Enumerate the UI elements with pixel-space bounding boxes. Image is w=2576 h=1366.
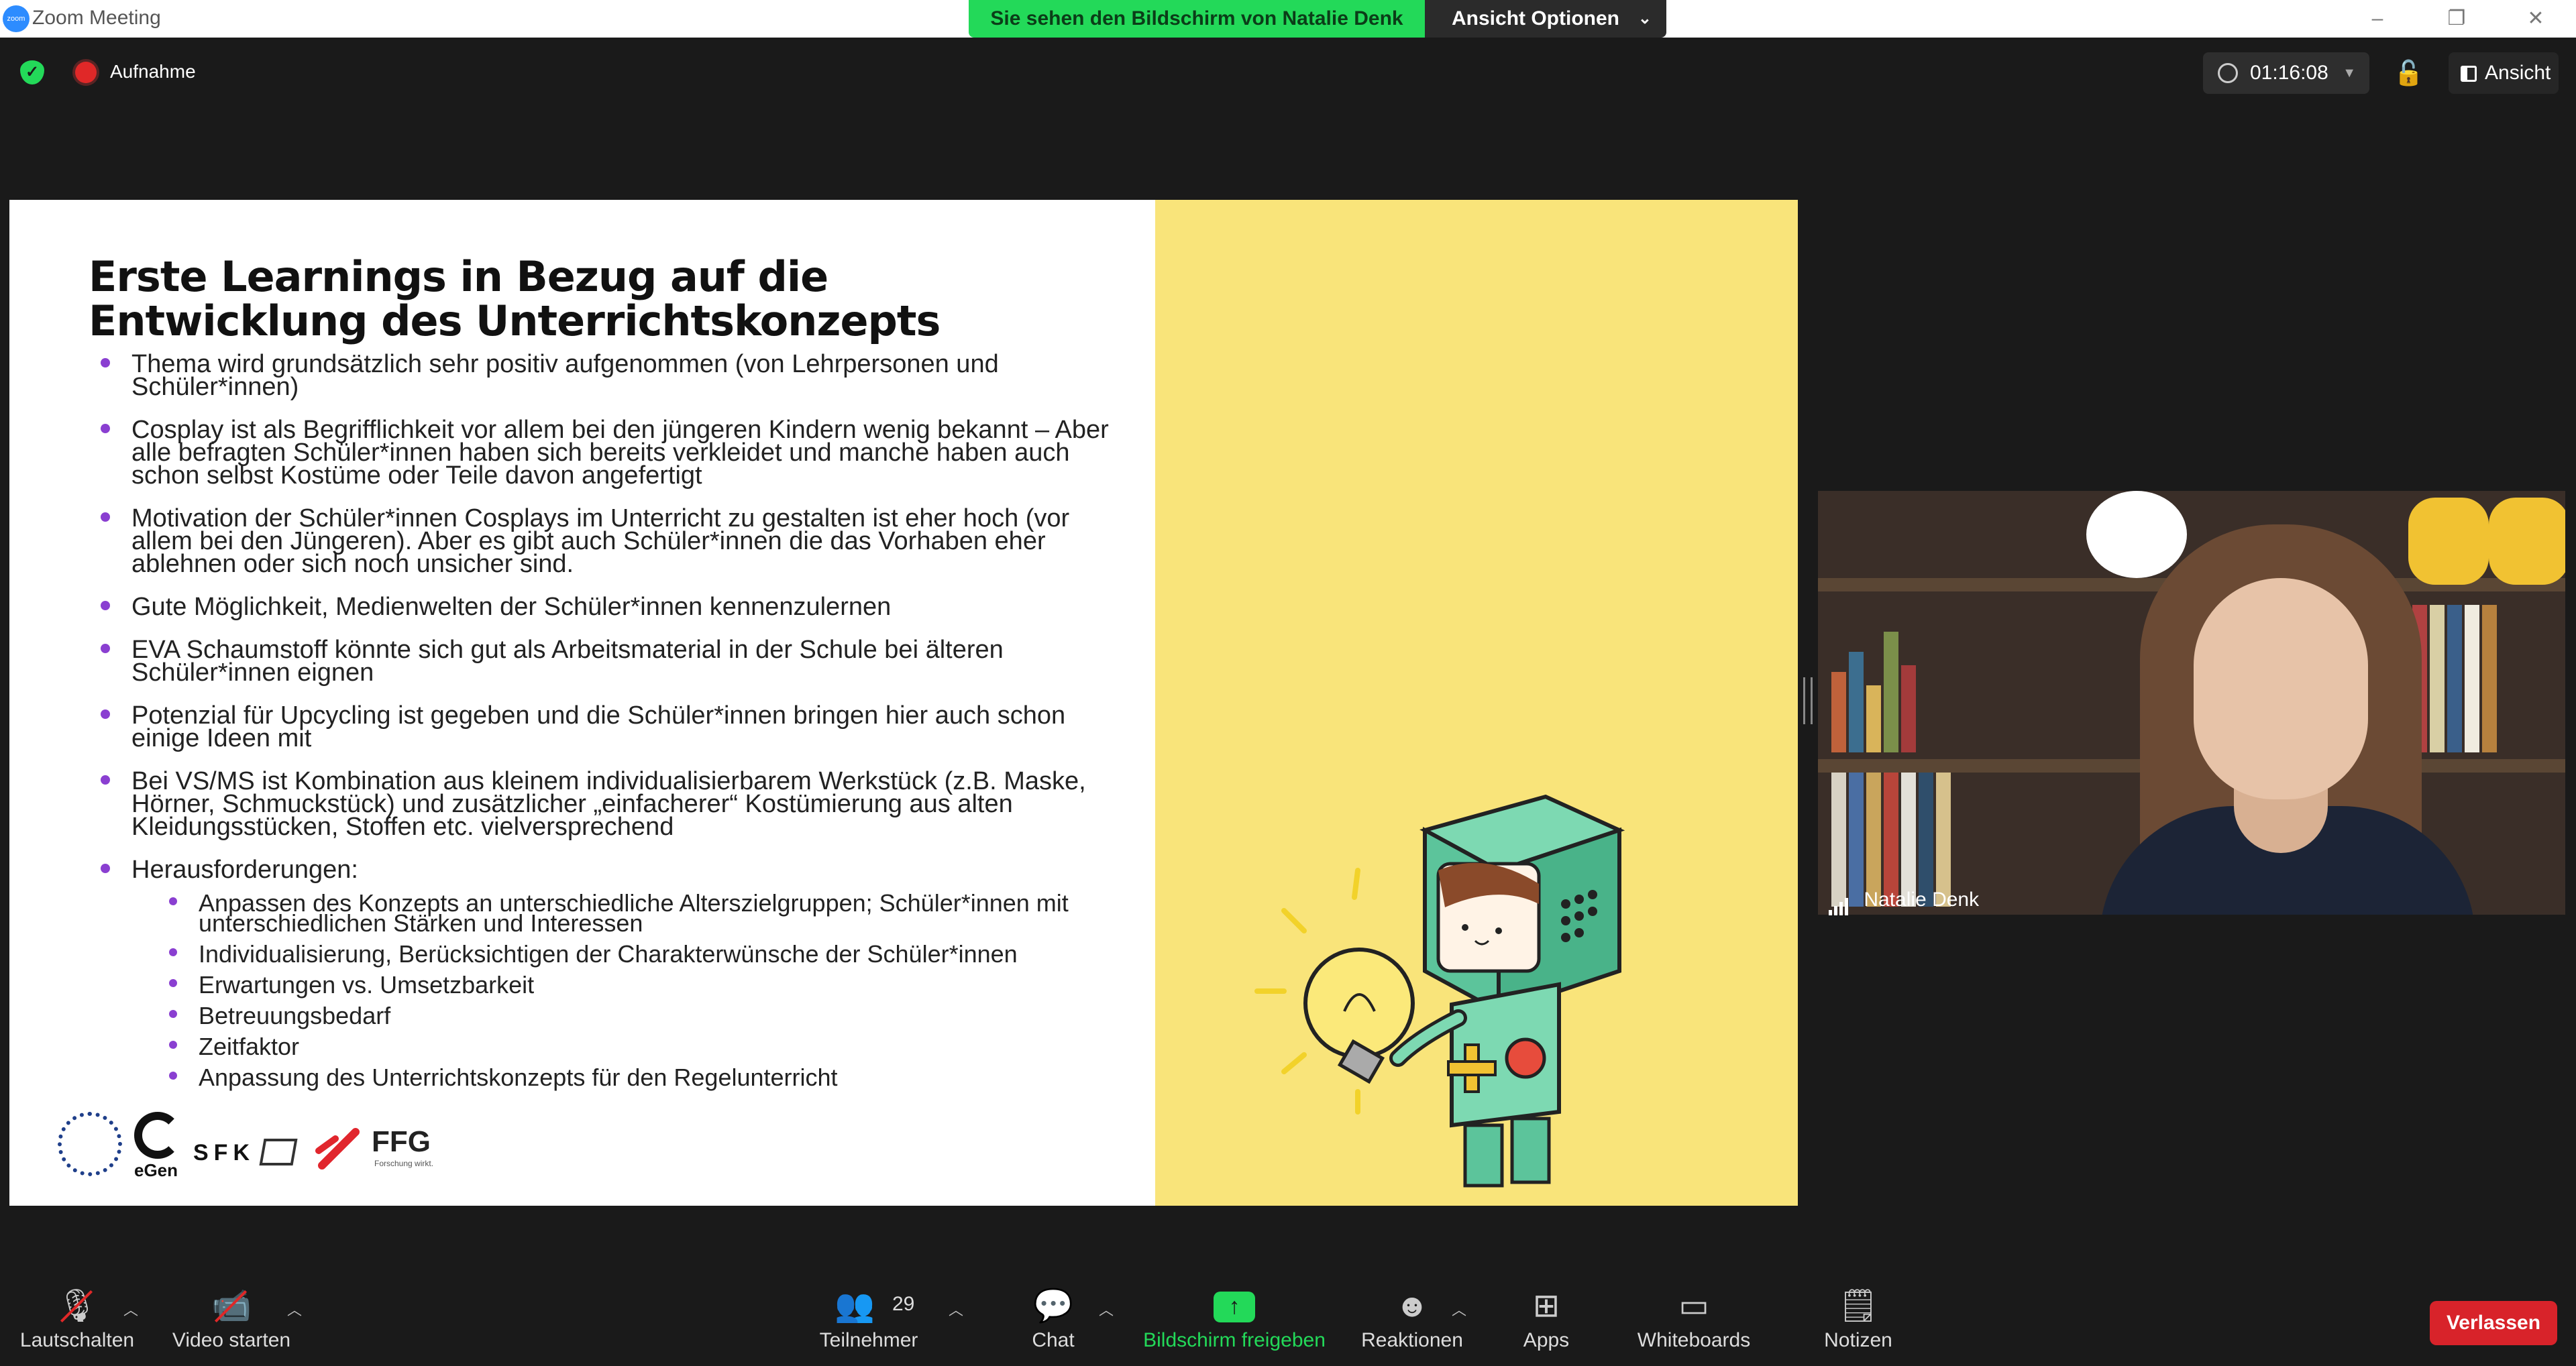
bullet-item: Cosplay ist als Begrifflichkeit vor alle…	[89, 417, 1135, 488]
minimize-button[interactable]: –	[2357, 3, 2398, 35]
panel-splitter-handle[interactable]	[1803, 677, 1813, 724]
view-layout-icon	[2461, 66, 2477, 82]
window-title: Zoom Meeting	[32, 7, 161, 29]
bullet-item: Herausforderungen:	[89, 857, 1135, 883]
notes-icon: 🗒	[1837, 1288, 1879, 1324]
audio-options-caret-icon[interactable]: ︿	[123, 1298, 138, 1320]
participant-name: Natalie Denk	[1864, 889, 1980, 911]
participant-face	[2194, 578, 2368, 799]
recording-icon	[75, 62, 97, 83]
bullet-item: Potenzial für Upcycling ist gegeben und …	[89, 703, 1135, 751]
panda-figure	[2086, 491, 2187, 578]
zoom-app-icon: zoom	[3, 5, 30, 32]
notes-label: Notizen	[1824, 1329, 1892, 1351]
view-button[interactable]: Ansicht	[2449, 52, 2559, 94]
books	[1831, 591, 1916, 752]
reactions-options-caret-icon[interactable]: ︿	[1452, 1298, 1466, 1320]
egen-logo-text: eGen	[134, 1160, 178, 1180]
ffg-logo-tagline: Forschung wirkt.	[374, 1159, 434, 1168]
whiteboard-icon: ▭	[1678, 1288, 1709, 1324]
chevron-down-icon: ⌄	[1638, 9, 1652, 27]
view-options-label: Ansicht Optionen	[1452, 7, 1619, 30]
view-options-button[interactable]: Ansicht Optionen ⌄	[1425, 0, 1666, 38]
bullet-item: Thema wird grundsätzlich sehr positiv au…	[89, 351, 1135, 400]
bullet-item: Bei VS/MS ist Kombination aus kleinem in…	[89, 769, 1135, 840]
lego-head-figure	[2489, 498, 2565, 585]
viewing-screen-label: Sie sehen den Bildschirm von Natalie Den…	[969, 0, 1425, 38]
donau-university-logo	[58, 1112, 122, 1176]
share-banner: Sie sehen den Bildschirm von Natalie Den…	[969, 0, 1666, 38]
chat-options-caret-icon[interactable]: ︿	[1099, 1298, 1114, 1320]
sub-bullet-item: Erwartungen vs. Umsetzbarkeit	[89, 973, 1135, 997]
close-button[interactable]: ✕	[2516, 3, 2556, 35]
bullet-item: Motivation der Schüler*innen Cosplays im…	[89, 506, 1135, 577]
slide-bullet-list: Thema wird grundsätzlich sehr positiv au…	[89, 351, 1135, 1098]
bullet-item: EVA Schaumstoff könnte sich gut als Arbe…	[89, 637, 1135, 685]
sub-bullet-item: Anpassung des Unterrichtskonzepts für de…	[89, 1066, 1135, 1090]
participants-options-caret-icon[interactable]: ︿	[949, 1298, 963, 1320]
meeting-toolbar: 🎙 Lautschalten ︿ 📹 Video starten ︿ 👥 29 …	[0, 1267, 2576, 1366]
meeting-timer[interactable]: 01:16:08 ▼	[2203, 52, 2369, 94]
egen-logo-mark	[134, 1112, 181, 1159]
sub-bullet-item: Betreuungsbedarf	[89, 1004, 1135, 1028]
caret-down-icon: ▼	[2343, 66, 2356, 80]
recording-label: Aufnahme	[110, 61, 196, 82]
leave-meeting-button[interactable]: Verlassen	[2430, 1301, 2557, 1345]
timer-value: 01:16:08	[2250, 62, 2328, 84]
sub-bullet-item: Zeitfaktor	[89, 1035, 1135, 1059]
participant-name-tag: Natalie Denk	[1819, 885, 1988, 916]
sub-bullet-list: Anpassen des Konzepts an unterschiedlich…	[89, 891, 1135, 1090]
maximize-button[interactable]: ❐	[2436, 3, 2477, 35]
zoom-window: zoom Zoom Meeting – ❐ ✕ Sie sehen den Bi…	[0, 0, 2576, 1366]
sub-bullet-item: Anpassen des Konzepts an unterschiedlich…	[89, 891, 1135, 935]
participant-video-tile[interactable]	[1818, 491, 2565, 915]
unmute-label: Lautschalten	[19, 1329, 135, 1351]
cube-logo	[259, 1139, 298, 1165]
apps-icon: ⊞	[1532, 1288, 1560, 1324]
start-video-label: Video starten	[172, 1329, 291, 1351]
participant-count: 29	[892, 1293, 915, 1315]
view-label: Ansicht	[2485, 62, 2551, 84]
lego-head-figure	[2408, 498, 2489, 585]
participants-label: Teilnehmer	[819, 1329, 918, 1351]
reactions-emoji-icon: ☻	[1395, 1288, 1430, 1324]
signal-strength-icon	[1829, 886, 1850, 916]
apps-label: Apps	[1523, 1329, 1570, 1351]
robot-mascot-illustration	[1254, 794, 1625, 1188]
video-options-caret-icon[interactable]: ︿	[287, 1298, 302, 1320]
ffg-logo-mark	[315, 1128, 360, 1170]
security-shield-icon[interactable]: ✓	[20, 60, 44, 84]
chat-label: Chat	[1032, 1329, 1075, 1351]
participants-icon: 👥	[835, 1288, 875, 1324]
clock-icon	[2218, 63, 2238, 83]
sfk-logo: SFK	[193, 1140, 255, 1165]
sub-bullet-item: Individualisierung, Berücksichtigen der …	[89, 942, 1135, 966]
shared-screen-slide: Erste Learnings in Bezug auf die Entwick…	[9, 200, 1798, 1206]
whiteboards-label: Whiteboards	[1637, 1329, 1751, 1351]
chat-bubble-icon: 💬	[1033, 1288, 1073, 1324]
ffg-logo-text: FFG	[372, 1125, 431, 1158]
reactions-label: Reaktionen	[1361, 1329, 1463, 1351]
bullet-item: Gute Möglichkeit, Medienwelten der Schül…	[89, 594, 1135, 620]
slide-title: Erste Learnings in Bezug auf die Entwick…	[89, 252, 941, 345]
share-screen-icon: ↑	[1214, 1292, 1255, 1322]
share-screen-label: Bildschirm freigeben	[1143, 1329, 1326, 1351]
lock-icon[interactable]: 🔓	[2394, 55, 2424, 91]
partner-logos: eGen SFK FFG Forschung wirkt.	[50, 1112, 452, 1186]
